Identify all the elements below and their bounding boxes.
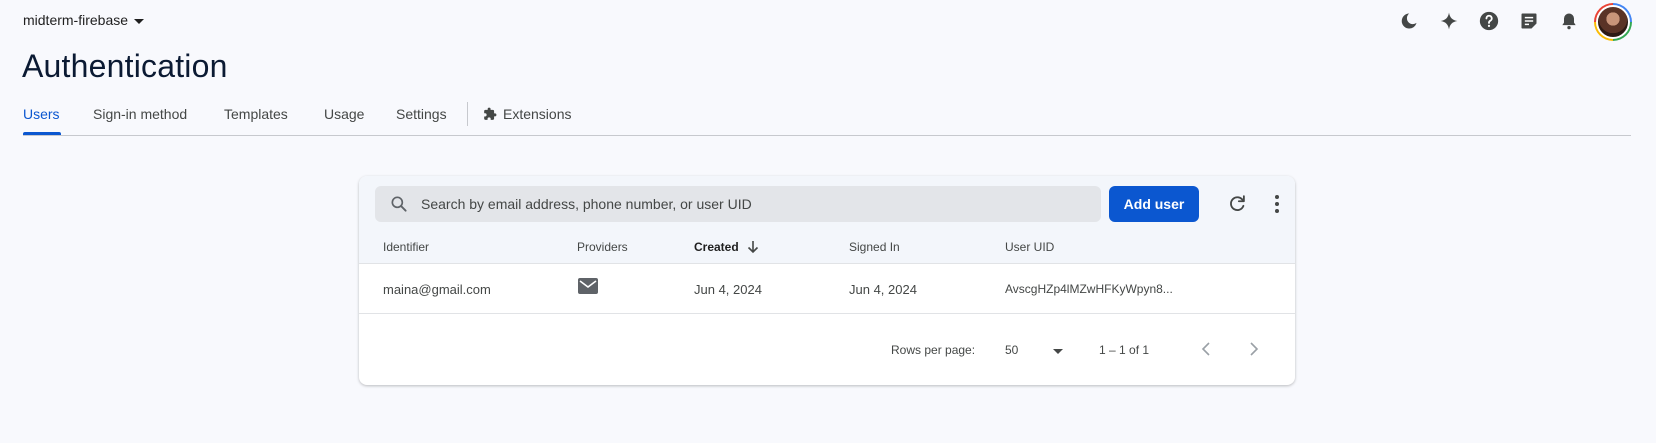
column-header-created-label: Created [694,240,739,254]
top-bar: midterm-firebase [0,0,1656,42]
next-page-icon[interactable] [1243,338,1265,360]
rows-per-page-value: 50 [1005,343,1019,357]
active-tab-indicator [23,132,61,135]
sparkle-icon[interactable] [1438,10,1460,32]
tab-templates[interactable]: Templates [224,106,288,122]
project-selector[interactable]: midterm-firebase [23,12,145,28]
pagination-range: 1 – 1 of 1 [1099,343,1150,357]
search-icon [391,196,407,212]
help-icon[interactable] [1478,10,1500,32]
cell-signed-in: Jun 4, 2024 [849,282,917,297]
cell-identifier: maina@gmail.com [383,282,491,297]
table-toolbar: Add user Identifier Providers Created Si… [359,176,1295,264]
tab-extensions[interactable]: Extensions [483,106,571,122]
project-name: midterm-firebase [23,12,129,28]
previous-page-icon[interactable] [1195,338,1217,360]
tab-extensions-label: Extensions [503,106,572,122]
email-icon [578,278,598,294]
cell-user-uid: AvscgHZp4lMZwHFKyWpyn8... [1005,282,1173,296]
puzzle-icon [484,107,497,120]
cell-created: Jun 4, 2024 [694,282,762,297]
table-footer: Rows per page: 50 1 – 1 of 1 [359,314,1295,385]
column-header-created[interactable]: Created [694,240,759,254]
tab-usage[interactable]: Usage [324,106,364,122]
avatar-image [1596,5,1630,39]
page-title: Authentication [22,48,228,84]
chevron-down-icon [134,18,145,24]
more-options-icon[interactable] [1265,192,1289,216]
avatar[interactable] [1594,3,1632,41]
tab-divider [467,102,468,126]
tab-bar: Users Sign-in method Templates Usage Set… [23,98,1631,136]
add-user-button[interactable]: Add user [1109,186,1199,222]
rows-per-page-select[interactable]: 50 [1005,340,1063,360]
rows-per-page-label: Rows per page: [891,343,976,357]
tab-settings[interactable]: Settings [396,106,447,122]
notes-icon[interactable] [1518,10,1540,32]
search-bar[interactable] [375,186,1101,222]
refresh-icon[interactable] [1225,192,1249,216]
table-row[interactable]: maina@gmail.com Jun 4, 2024 Jun 4, 2024 … [359,265,1295,314]
arrow-down-icon [747,241,758,254]
chevron-down-icon [1053,348,1063,354]
tab-users[interactable]: Users [23,106,60,122]
dark-mode-icon[interactable] [1398,10,1420,32]
tab-sign-in-method[interactable]: Sign-in method [93,106,187,122]
notifications-icon[interactable] [1558,10,1580,32]
column-header-signed-in: Signed In [849,240,900,254]
column-header-user-uid: User UID [1005,240,1055,254]
users-table-card: Add user Identifier Providers Created Si… [359,176,1295,385]
column-header-providers: Providers [577,240,628,254]
column-header-identifier: Identifier [383,240,430,254]
search-input[interactable] [421,196,1061,212]
